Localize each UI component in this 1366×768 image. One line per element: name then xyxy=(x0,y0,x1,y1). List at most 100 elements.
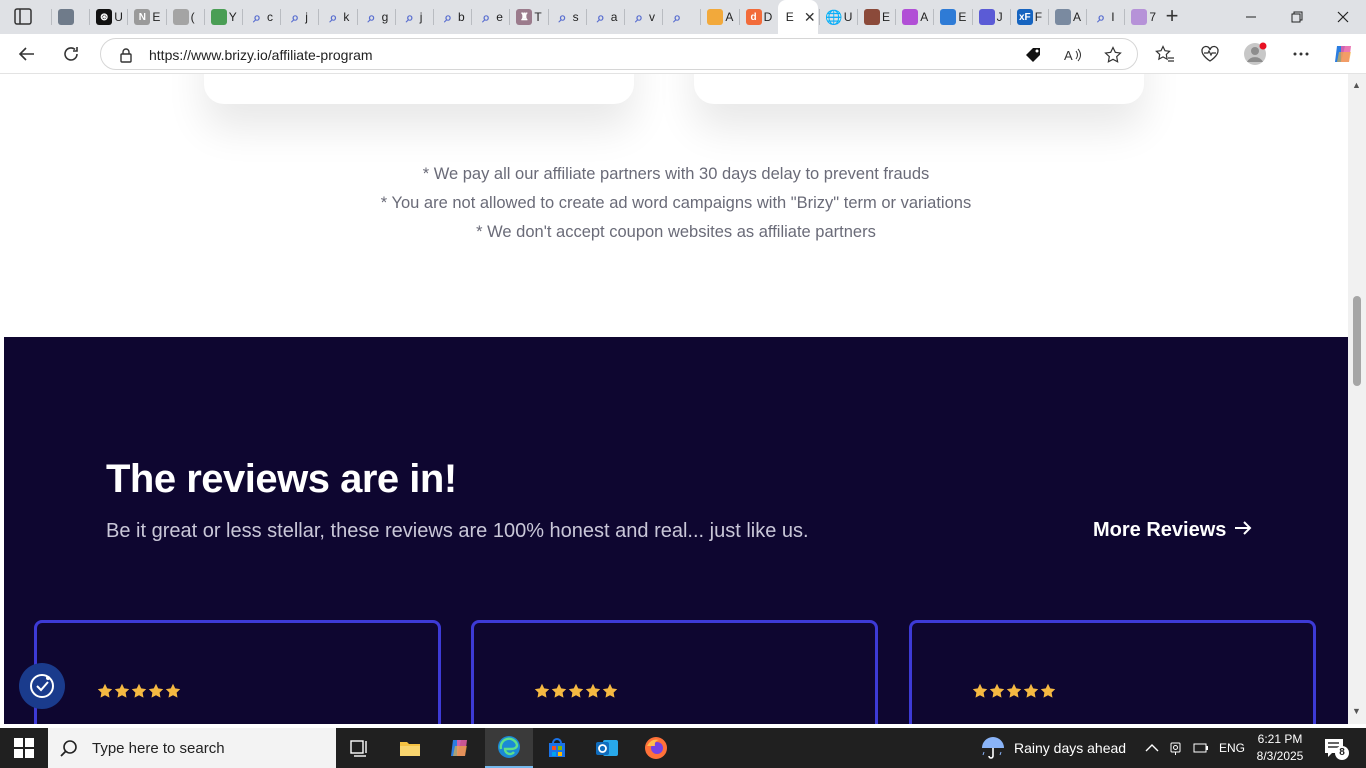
browser-tab[interactable]: ⌕ a xyxy=(587,5,623,29)
tab-title[interactable]: I xyxy=(1111,10,1114,24)
browser-tab[interactable]: A xyxy=(896,5,932,29)
url-text[interactable]: https://www.brizy.io/affiliate-program xyxy=(149,47,373,63)
browser-tab[interactable] xyxy=(52,5,88,29)
back-button[interactable] xyxy=(12,40,42,68)
search-icon[interactable]: ⌕ xyxy=(1093,9,1109,25)
xf-icon[interactable]: xF xyxy=(1016,9,1033,25)
d-app-icon[interactable]: d xyxy=(745,9,762,25)
tab-title[interactable]: k xyxy=(343,10,349,24)
ring-icon[interactable] xyxy=(1131,9,1148,25)
copilot-icon[interactable] xyxy=(1328,40,1358,68)
tab-title[interactable]: Y xyxy=(229,10,237,24)
browser-tab[interactable]: dD xyxy=(740,5,776,29)
meet-now-icon[interactable] xyxy=(1169,728,1185,768)
accessibility-button[interactable] xyxy=(19,663,65,709)
tab-title[interactable]: j xyxy=(420,10,423,24)
scroll-down-icon[interactable]: ▼ xyxy=(1352,706,1361,716)
browser-tab[interactable]: ⌕ j xyxy=(281,5,317,29)
refresh-button[interactable] xyxy=(56,40,86,68)
tab-title[interactable]: c xyxy=(267,10,273,24)
notification-center-button[interactable]: 8 xyxy=(1324,728,1349,768)
start-button[interactable] xyxy=(0,728,48,768)
grammarly-icon[interactable] xyxy=(172,9,189,25)
profile-avatar[interactable] xyxy=(1240,40,1270,68)
browser-tab[interactable]: ⊛ U xyxy=(90,5,126,29)
scrollbar-thumb[interactable] xyxy=(1353,296,1361,386)
browser-tab[interactable]: ⌕ xyxy=(663,5,699,29)
search-placeholder[interactable]: Type here to search xyxy=(92,740,225,757)
search-icon[interactable]: ⌕ xyxy=(440,9,456,25)
outlook-icon[interactable] xyxy=(583,728,631,768)
arrow-right-icon[interactable] xyxy=(1234,519,1252,542)
weather-widget[interactable]: Rainy days ahead xyxy=(980,728,1126,768)
more-reviews-link[interactable]: More Reviews xyxy=(1093,519,1252,542)
tab-title[interactable]: D xyxy=(764,10,773,24)
browser-tab[interactable]: ⌕ v xyxy=(625,5,661,29)
avatar-icon[interactable] xyxy=(864,9,880,25)
lock-icon[interactable] xyxy=(119,47,133,68)
cloud-icon[interactable] xyxy=(1055,9,1071,25)
wave-icon[interactable] xyxy=(940,9,957,25)
browser-tab[interactable]: ♜ T xyxy=(510,5,546,29)
globe-icon[interactable]: 🌐 xyxy=(825,9,842,25)
browser-tab[interactable]: E xyxy=(858,5,894,29)
tab-title[interactable]: J xyxy=(997,10,1003,24)
weather-text[interactable]: Rainy days ahead xyxy=(1014,740,1126,756)
scroll-up-icon[interactable]: ▲ xyxy=(1352,80,1361,90)
taskbar-search[interactable]: Type here to search xyxy=(48,728,336,768)
tab-title[interactable]: A xyxy=(920,10,928,24)
more-options-icon[interactable] xyxy=(1286,40,1316,68)
shield-icon[interactable] xyxy=(707,9,724,25)
notion-icon[interactable]: N xyxy=(134,9,151,25)
tab-title[interactable]: e xyxy=(496,10,503,24)
browser-tab[interactable]: xF F xyxy=(1011,5,1047,29)
openai-icon[interactable]: ⊛ xyxy=(96,9,113,25)
tab-title[interactable]: 7 xyxy=(1149,10,1156,24)
address-bar[interactable]: https://www.brizy.io/affiliate-program A xyxy=(100,38,1138,70)
browser-tab[interactable]: ⌕ s xyxy=(549,5,585,29)
copilot-taskbar-icon[interactable] xyxy=(435,728,483,768)
browser-tab[interactable]: ⌕ k xyxy=(319,5,355,29)
search-icon[interactable]: ⌕ xyxy=(631,9,647,25)
battery-icon[interactable] xyxy=(1193,728,1209,768)
search-icon[interactable]: ⌕ xyxy=(249,9,265,25)
tab-title[interactable]: A xyxy=(725,10,733,24)
search-icon[interactable]: ⌕ xyxy=(287,9,303,25)
castle-icon[interactable]: ♜ xyxy=(516,9,533,25)
tab-title[interactable]: U xyxy=(844,10,853,24)
tab-title[interactable]: b xyxy=(458,10,465,24)
tab-title[interactable]: F xyxy=(1035,10,1042,24)
tab-title[interactable]: A xyxy=(1073,10,1081,24)
tab-title[interactable]: s xyxy=(573,10,579,24)
chevron-up-icon[interactable] xyxy=(1145,728,1159,768)
diamond-icon[interactable] xyxy=(978,9,995,25)
browser-tab[interactable]: ⌕ I xyxy=(1087,5,1123,29)
store-icon[interactable] xyxy=(533,728,581,768)
browser-tab[interactable]: ⌕ g xyxy=(358,5,394,29)
tab-actions-icon[interactable] xyxy=(12,7,36,27)
favorite-star-icon[interactable] xyxy=(1103,45,1123,65)
tab-title[interactable]: T xyxy=(534,10,541,24)
tab-title[interactable]: ( xyxy=(191,10,195,24)
browser-tab[interactable]: Y xyxy=(205,5,241,29)
browser-tab[interactable]: ⌕ b xyxy=(434,5,470,29)
tab-title[interactable]: U xyxy=(114,10,123,24)
new-tab-button[interactable]: + xyxy=(1160,5,1184,29)
browser-tab[interactable]: E xyxy=(934,5,970,29)
search-icon[interactable]: ⌕ xyxy=(669,9,685,25)
browser-tab[interactable]: A xyxy=(1049,5,1085,29)
file-explorer-icon[interactable] xyxy=(386,728,434,768)
tab-title[interactable]: E xyxy=(786,10,794,24)
edge-taskbar-icon[interactable] xyxy=(485,728,533,768)
active-browser-tab[interactable]: E ✕ xyxy=(777,0,818,34)
search-icon[interactable]: ⌕ xyxy=(555,9,571,25)
search-icon[interactable]: ⌕ xyxy=(478,9,494,25)
browser-tab[interactable]: NE xyxy=(128,5,164,29)
clock-time[interactable]: 6:21 PM xyxy=(1250,731,1310,748)
minimize-button[interactable] xyxy=(1228,0,1274,34)
browser-essentials-icon[interactable] xyxy=(1195,40,1225,68)
close-tab-icon[interactable]: ✕ xyxy=(804,9,816,26)
tab-title[interactable]: E xyxy=(882,10,890,24)
browser-tab[interactable]: 7 xyxy=(1125,5,1161,29)
tab-title[interactable]: a xyxy=(611,10,618,24)
